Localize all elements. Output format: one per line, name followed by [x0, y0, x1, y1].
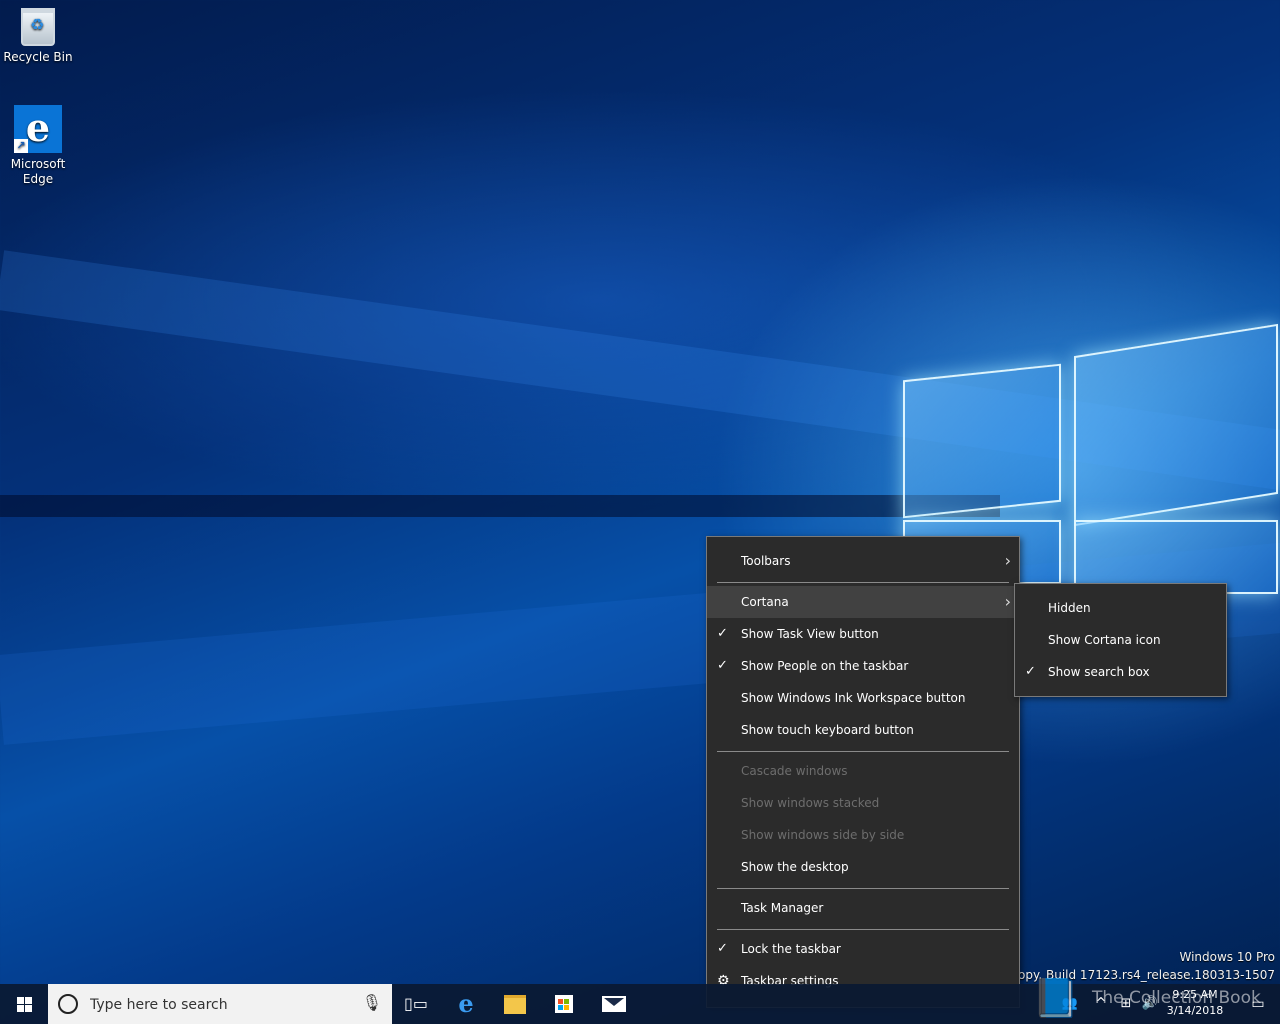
menu-item-show-desktop[interactable]: Show the desktop: [707, 851, 1019, 883]
menu-item-toolbars[interactable]: Toolbars ›: [707, 545, 1019, 577]
chevron-right-icon: ›: [1004, 592, 1011, 611]
taskbar-mail-button[interactable]: [590, 984, 638, 1024]
submenu-item-show-search-box[interactable]: ✓ Show search box: [1015, 656, 1226, 688]
menu-item-label: Hidden: [1048, 601, 1091, 615]
menu-item-label: Cortana: [741, 595, 789, 609]
edge-icon: e ↗: [14, 105, 62, 153]
menu-item-show-touch-keyboard[interactable]: Show touch keyboard button: [707, 714, 1019, 746]
desktop-icon-label: Recycle Bin: [3, 50, 73, 64]
book-icon: 📘: [1032, 976, 1080, 1020]
menu-item-label: Show windows stacked: [741, 796, 880, 810]
menu-separator: [717, 929, 1009, 930]
menu-item-show-windows-stacked: Show windows stacked: [707, 787, 1019, 819]
desktop-icon-recycle-bin[interactable]: Recycle Bin: [0, 8, 76, 65]
menu-item-cortana[interactable]: Cortana ›: [707, 586, 1019, 618]
windows-logo-icon: [16, 996, 32, 1012]
windows-logo-pane: [1074, 323, 1278, 527]
edge-icon: e: [458, 989, 474, 1018]
edition-watermark: Windows 10 Pro: [1179, 950, 1275, 964]
menu-item-show-ink-workspace[interactable]: Show Windows Ink Workspace button: [707, 682, 1019, 714]
desktop-icon-label: Edge: [22, 172, 54, 186]
start-button[interactable]: [0, 984, 48, 1024]
store-bag-icon: [555, 995, 573, 1013]
checkmark-icon: ✓: [717, 941, 728, 956]
menu-item-label: Show People on the taskbar: [741, 659, 909, 673]
task-view-button[interactable]: ▯▭: [392, 984, 440, 1024]
desktop-icon-label: Microsoft: [10, 157, 66, 171]
taskbar-file-explorer-button[interactable]: [491, 984, 539, 1024]
submenu-item-hidden[interactable]: Hidden: [1015, 592, 1226, 624]
menu-item-label: Show Cortana icon: [1048, 633, 1161, 647]
menu-item-label: Show windows side by side: [741, 828, 905, 842]
menu-item-cascade-windows: Cascade windows: [707, 755, 1019, 787]
taskbar-store-button[interactable]: [540, 984, 588, 1024]
menu-separator: [717, 751, 1009, 752]
menu-item-label: Cascade windows: [741, 764, 848, 778]
menu-item-show-people[interactable]: ✓ Show People on the taskbar: [707, 650, 1019, 682]
desktop-icon-microsoft-edge[interactable]: e ↗ Microsoft Edge: [0, 105, 76, 187]
microphone-icon[interactable]: 🎙: [362, 993, 382, 1012]
checkmark-icon: ✓: [1025, 664, 1036, 679]
menu-item-label: Show Windows Ink Workspace button: [741, 691, 966, 705]
menu-item-label: Lock the taskbar: [741, 942, 841, 956]
search-input[interactable]: [88, 992, 362, 1018]
menu-item-label: Show touch keyboard button: [741, 723, 914, 737]
menu-item-task-manager[interactable]: Task Manager: [707, 892, 1019, 924]
search-box[interactable]: 🎙: [48, 984, 392, 1024]
menu-item-show-task-view[interactable]: ✓ Show Task View button: [707, 618, 1019, 650]
menu-item-lock-taskbar[interactable]: ✓ Lock the taskbar: [707, 933, 1019, 965]
menu-item-label: Show the desktop: [741, 860, 849, 874]
shortcut-arrow-icon: ↗: [14, 139, 28, 153]
folder-icon: [504, 994, 526, 1014]
menu-item-label: Show search box: [1048, 665, 1150, 679]
menu-item-label: Task Manager: [741, 901, 824, 915]
collection-book-watermark: 📘 The Collection Book: [1032, 976, 1280, 1024]
checkmark-icon: ✓: [717, 626, 728, 641]
cortana-submenu: Hidden Show Cortana icon ✓ Show search b…: [1014, 583, 1227, 697]
collection-book-text: The Collection Book: [1092, 988, 1261, 1008]
menu-item-show-windows-side-by-side: Show windows side by side: [707, 819, 1019, 851]
checkmark-icon: ✓: [717, 658, 728, 673]
windows-logo-pane: [903, 363, 1061, 519]
wallpaper-dark-beam: [0, 495, 1000, 517]
menu-item-label: Show Task View button: [741, 627, 879, 641]
menu-separator: [717, 888, 1009, 889]
menu-item-label: Toolbars: [741, 554, 791, 568]
cortana-circle-icon: [58, 994, 78, 1014]
mail-icon: [602, 996, 626, 1012]
task-view-icon: ▯▭: [404, 994, 428, 1013]
recycle-bin-icon: [21, 8, 55, 46]
chevron-right-icon: ›: [1004, 551, 1011, 570]
taskbar-edge-button[interactable]: e: [442, 984, 490, 1024]
submenu-item-show-cortana-icon[interactable]: Show Cortana icon: [1015, 624, 1226, 656]
taskbar-context-menu: Toolbars › Cortana › ✓ Show Task View bu…: [706, 536, 1020, 1008]
menu-separator: [717, 582, 1009, 583]
